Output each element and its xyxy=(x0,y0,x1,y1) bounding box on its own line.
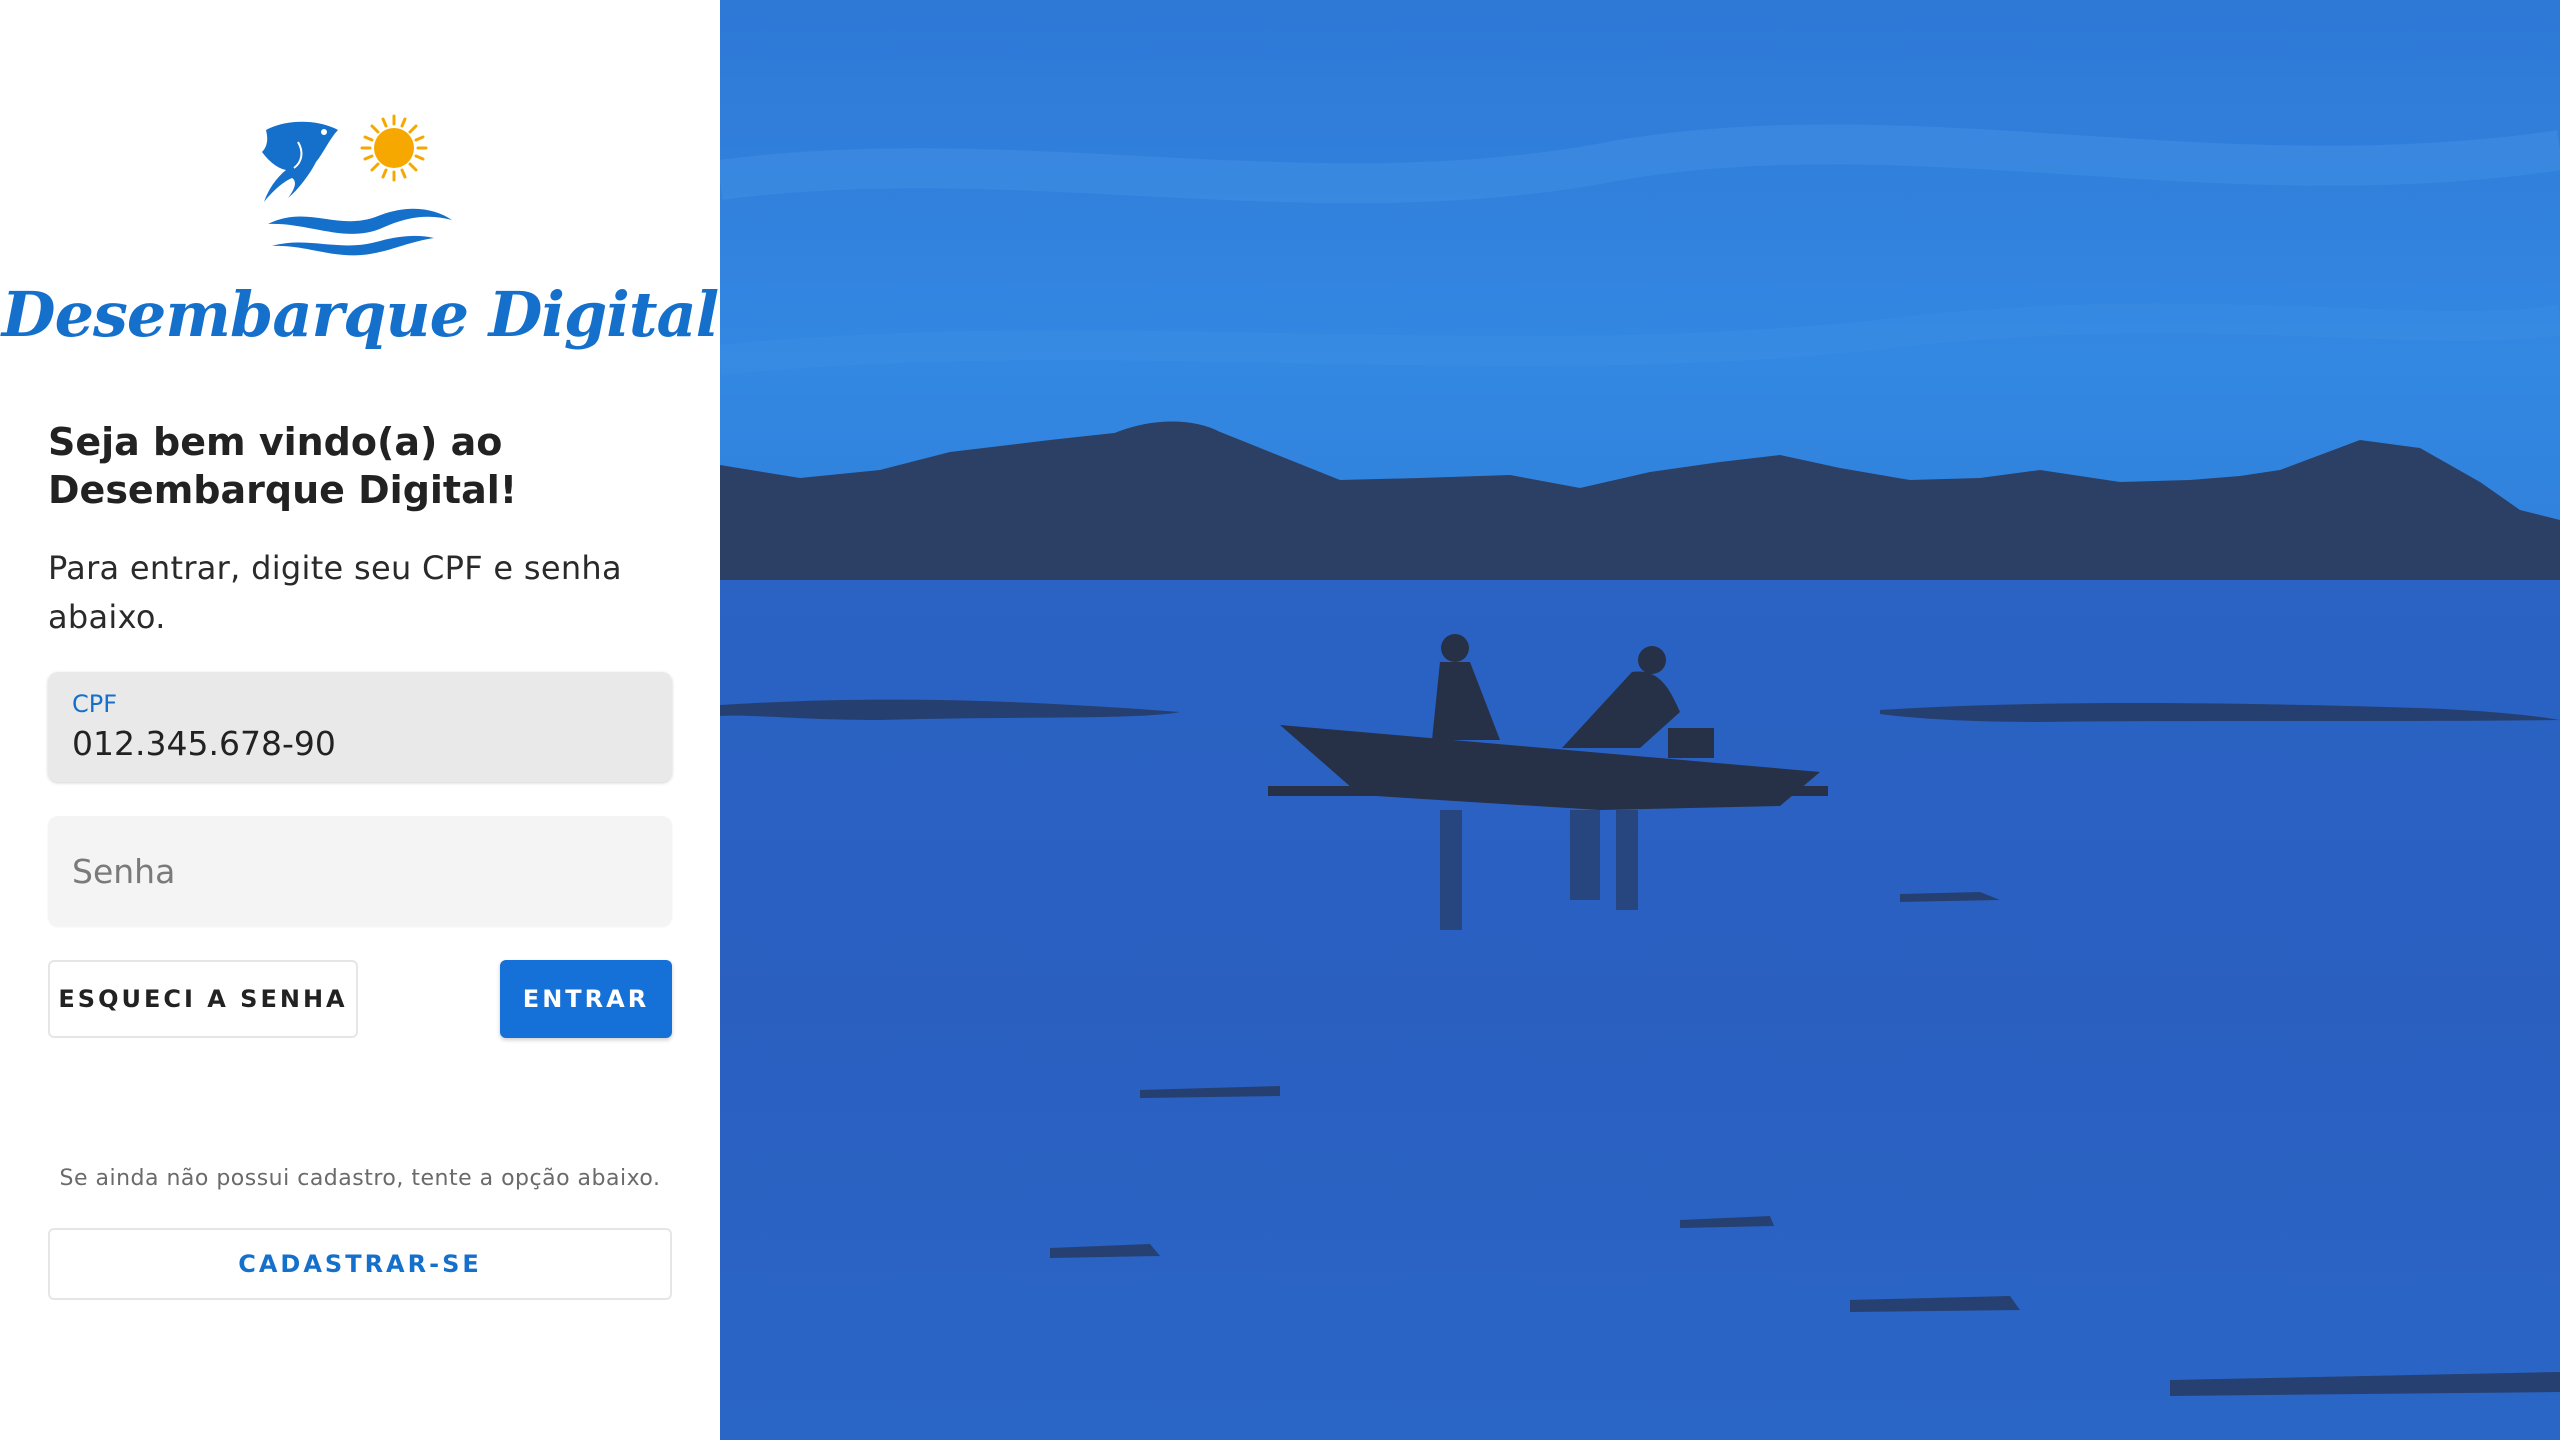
forgot-password-button[interactable]: ESQUECI A SENHA xyxy=(48,960,358,1038)
fishermen-boat-lake-image xyxy=(720,0,2560,1440)
password-field[interactable] xyxy=(48,816,672,926)
signup-button[interactable]: CADASTRAR-SE xyxy=(48,1228,672,1300)
login-panel: Desembarque Digital Seja bem vindo(a) ao… xyxy=(0,0,720,1440)
brand-title: Desembarque Digital xyxy=(1,278,719,351)
hero-photo xyxy=(720,0,2560,1440)
cpf-field[interactable]: CPF xyxy=(48,672,672,782)
password-input[interactable] xyxy=(72,846,642,896)
cpf-input[interactable] xyxy=(72,718,642,768)
cpf-label: CPF xyxy=(72,690,118,718)
enter-button[interactable]: ENTRAR xyxy=(500,960,672,1038)
welcome-heading: Seja bem vindo(a) ao Desembarque Digital… xyxy=(48,420,518,512)
signup-note: Se ainda não possui cadastro, tente a op… xyxy=(59,1166,661,1191)
login-instructions: Para entrar, digite seu CPF e senha abai… xyxy=(48,549,622,636)
fish-sun-logo-icon xyxy=(262,114,452,256)
